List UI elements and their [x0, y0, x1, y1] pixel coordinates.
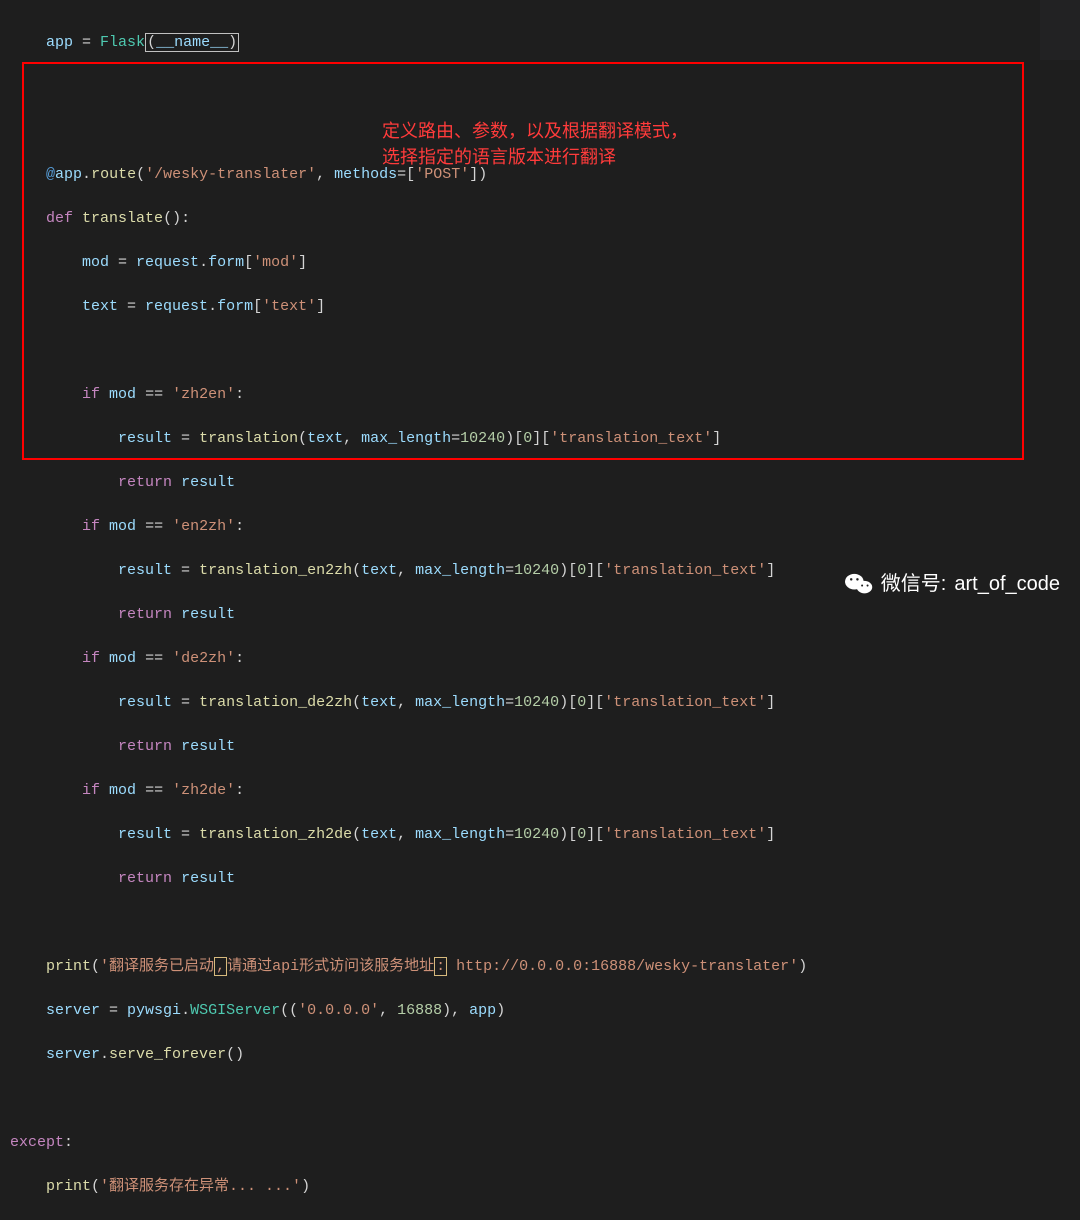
code-line	[10, 120, 1080, 142]
code-line: app = Flask(__name__)	[10, 32, 1080, 54]
code-line-decorator: @app.route('/wesky-translater', methods=…	[10, 164, 1080, 186]
code-line: print('翻译服务存在异常... ...')	[10, 1176, 1080, 1198]
code-line: server = pywsgi.WSGIServer(('0.0.0.0', 1…	[10, 1000, 1080, 1022]
code-line	[10, 1088, 1080, 1110]
code-line: result = translation_de2zh(text, max_len…	[10, 692, 1080, 714]
code-line: if mod == 'zh2en':	[10, 384, 1080, 406]
code-line: mod = request.form['mod']	[10, 252, 1080, 274]
code-line	[10, 340, 1080, 362]
code-line: return result	[10, 472, 1080, 494]
code-line: result = translation_zh2de(text, max_len…	[10, 824, 1080, 846]
code-line: if mod == 'en2zh':	[10, 516, 1080, 538]
code-line: text = request.form['text']	[10, 296, 1080, 318]
code-line-def: def translate():	[10, 208, 1080, 230]
code-line: return result	[10, 604, 1080, 626]
code-line: if mod == 'zh2de':	[10, 780, 1080, 802]
code-line: return result	[10, 868, 1080, 890]
code-line-except: except:	[10, 1132, 1080, 1154]
code-line	[10, 912, 1080, 934]
code-line: result = translation(text, max_length=10…	[10, 428, 1080, 450]
code-line	[10, 76, 1080, 98]
code-line: if mod == 'de2zh':	[10, 648, 1080, 670]
code-line: return result	[10, 736, 1080, 758]
minimap[interactable]	[1040, 0, 1080, 60]
code-editor[interactable]: app = Flask(__name__) @app.route('/wesky…	[0, 0, 1080, 1220]
code-line: server.serve_forever()	[10, 1044, 1080, 1066]
code-line-print: print('翻译服务已启动,请通过api形式访问该服务地址: http://0…	[10, 956, 1080, 978]
code-line: result = translation_en2zh(text, max_len…	[10, 560, 1080, 582]
